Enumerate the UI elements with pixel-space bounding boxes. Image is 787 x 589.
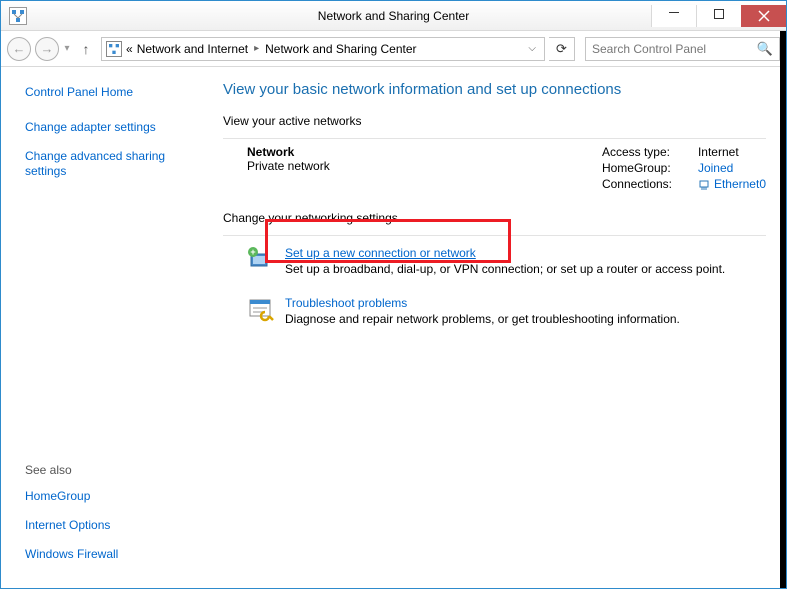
back-button[interactable]: ← — [7, 37, 31, 61]
setup-connection-link[interactable]: Set up a new connection or network — [285, 246, 725, 260]
forward-button[interactable]: → — [35, 37, 59, 61]
connection-link[interactable]: Ethernet0 — [698, 177, 766, 191]
troubleshoot-link[interactable]: Troubleshoot problems — [285, 296, 680, 310]
search-icon[interactable]: 🔍 — [757, 41, 773, 57]
active-networks-label: View your active networks — [223, 114, 766, 128]
homegroup-label: HomeGroup: — [602, 161, 686, 175]
network-identity: Network Private network — [247, 145, 330, 193]
location-icon — [106, 41, 122, 57]
control-panel-home-link[interactable]: Control Panel Home — [25, 85, 197, 100]
network-name: Network — [247, 145, 330, 159]
internet-options-link[interactable]: Internet Options — [25, 518, 197, 533]
up-button[interactable]: ↑ — [75, 38, 97, 60]
right-border — [780, 31, 786, 588]
address-dropdown-icon[interactable]: ⌵ — [524, 43, 540, 54]
breadcrumb-item[interactable]: Network and Sharing Center — [265, 42, 416, 56]
navigation-bar: ← → ▾ ↑ « Network and Internet ▸ Network… — [1, 31, 786, 67]
change-settings-label: Change your networking settings — [223, 211, 766, 225]
main-panel: View your basic network information and … — [209, 67, 786, 588]
change-adapter-link[interactable]: Change adapter settings — [25, 120, 197, 135]
recent-dropdown[interactable]: ▾ — [63, 43, 71, 54]
app-icon — [9, 7, 27, 25]
sidebar: Control Panel Home Change adapter settin… — [1, 67, 209, 588]
windows-firewall-link[interactable]: Windows Firewall — [25, 547, 197, 562]
homegroup-link[interactable]: Joined — [698, 161, 733, 175]
network-details: Access type: Internet HomeGroup: Joined … — [602, 145, 766, 193]
search-box[interactable]: Search Control Panel 🔍 — [585, 37, 780, 61]
homegroup-link[interactable]: HomeGroup — [25, 489, 197, 504]
ethernet-icon — [698, 179, 710, 191]
address-bar[interactable]: « Network and Internet ▸ Network and Sha… — [101, 37, 545, 61]
setup-connection-icon: + — [247, 246, 275, 274]
breadcrumb-prefix: « — [126, 42, 133, 56]
see-also-label: See also — [25, 463, 197, 477]
active-network-block: Network Private network Access type: Int… — [223, 139, 766, 211]
troubleshoot-block: Troubleshoot problems Diagnose and repai… — [223, 286, 766, 336]
troubleshoot-desc: Diagnose and repair network problems, or… — [285, 312, 680, 326]
access-type-label: Access type: — [602, 145, 686, 159]
content-area: Control Panel Home Change adapter settin… — [1, 67, 786, 588]
chevron-right-icon[interactable]: ▸ — [252, 43, 261, 54]
maximize-button[interactable] — [696, 5, 741, 27]
access-type-value: Internet — [698, 145, 739, 159]
setup-connection-desc: Set up a broadband, dial-up, or VPN conn… — [285, 262, 725, 276]
setup-connection-block: + Set up a new connection or network Set… — [223, 236, 766, 286]
connections-label: Connections: — [602, 177, 686, 191]
page-heading: View your basic network information and … — [223, 81, 766, 98]
search-placeholder: Search Control Panel — [592, 42, 757, 56]
close-button[interactable] — [741, 5, 786, 27]
svg-text:+: + — [250, 247, 255, 257]
breadcrumb-item[interactable]: Network and Internet — [137, 42, 248, 56]
title-bar: Network and Sharing Center — [1, 1, 786, 31]
window-controls — [651, 5, 786, 27]
troubleshoot-icon — [247, 296, 275, 324]
network-type: Private network — [247, 159, 330, 173]
minimize-button[interactable] — [651, 5, 696, 27]
refresh-button[interactable]: ⟳ — [549, 37, 575, 61]
connection-name: Ethernet0 — [714, 177, 766, 191]
change-advanced-sharing-link[interactable]: Change advanced sharing settings — [25, 149, 197, 179]
